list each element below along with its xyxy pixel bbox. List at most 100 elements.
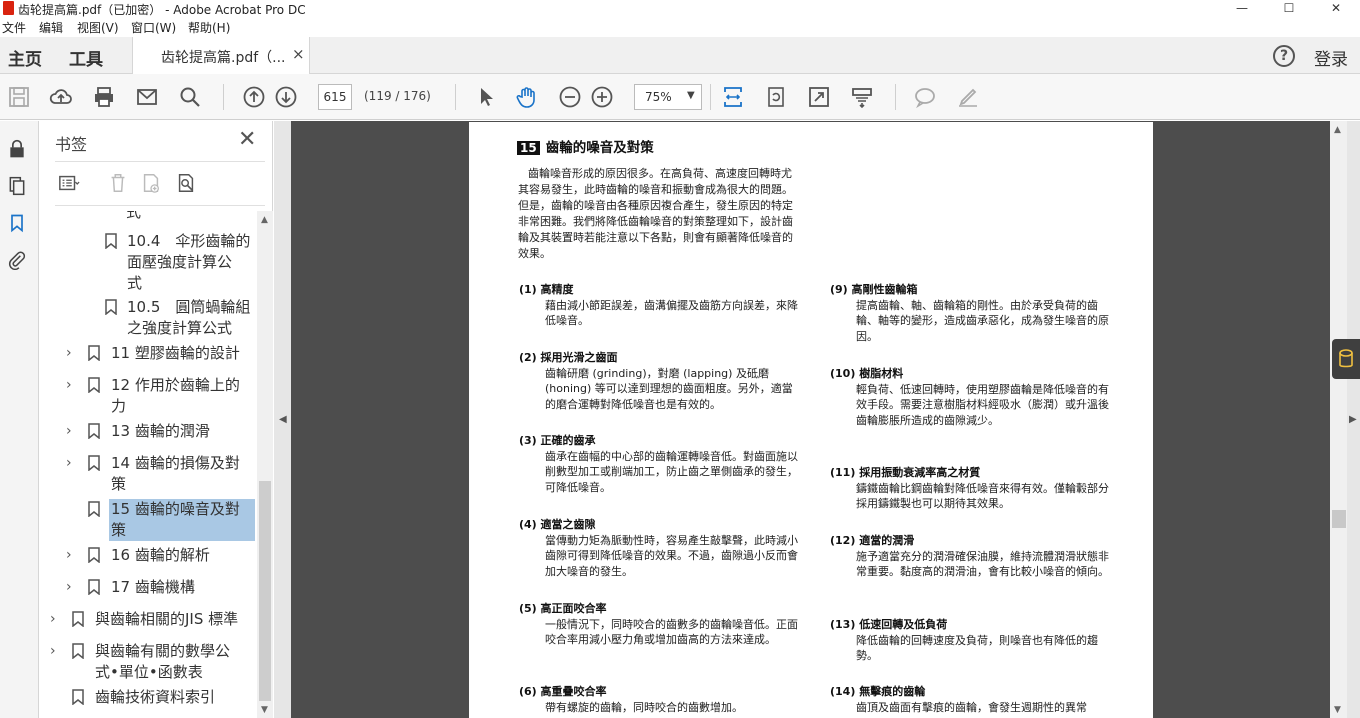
item-body: 帶有螺旋的齒輪，同時咬合的齒數增加。 bbox=[545, 700, 743, 714]
find-bookmark-icon[interactable] bbox=[172, 171, 200, 195]
list-item: (1) 高精度 藉由減小節距誤差，齒溝偏擺及齒筋方向誤差，來降低噪音。 bbox=[519, 282, 799, 329]
bookmark-label: 式 bbox=[126, 211, 142, 221]
bookmark-item[interactable]: › 12 作用於齒輪上的 力 bbox=[66, 375, 256, 419]
bookmark-scroll-thumb[interactable] bbox=[259, 481, 271, 701]
right-pane-toggle[interactable] bbox=[1332, 339, 1360, 379]
pages-icon[interactable] bbox=[6, 175, 28, 197]
chevron-right-icon[interactable]: › bbox=[66, 453, 72, 474]
save-icon[interactable] bbox=[6, 84, 32, 110]
chevron-right-icon[interactable]: › bbox=[66, 421, 72, 442]
chevron-right-icon[interactable]: › bbox=[66, 375, 72, 396]
toolbar-separator bbox=[455, 84, 456, 110]
bookmark-item[interactable]: 10.5 圓筒蝸輪組 之強度計算公式 bbox=[103, 297, 253, 341]
bookmark-label: 16 齒輪的解析 bbox=[111, 546, 210, 564]
chevron-right-icon[interactable]: › bbox=[66, 343, 72, 364]
bookmark-item-selected[interactable]: 15 齒輪的噪音及對 策 bbox=[85, 499, 257, 543]
list-item: (3) 正確的齒承 齒承在齒幅的中心部的齒輪運轉噪音低。對齒面施以削數型加工或削… bbox=[519, 433, 799, 495]
collapse-right-icon[interactable]: ▶ bbox=[1349, 414, 1357, 425]
bookmark-item[interactable]: › 與齒輪有關的數學公 式•單位•函數表 bbox=[50, 641, 256, 685]
bookmark-item[interactable]: › 13 齒輪的潤滑 bbox=[66, 421, 256, 443]
minimize-button[interactable]: — bbox=[1219, 0, 1265, 18]
collapse-left-panel-handle[interactable]: ◀ bbox=[274, 121, 291, 718]
chevron-right-icon[interactable]: › bbox=[66, 545, 72, 566]
print-icon[interactable] bbox=[91, 84, 117, 110]
menu-edit[interactable]: 编辑 bbox=[39, 19, 63, 36]
comment-icon[interactable] bbox=[912, 84, 938, 110]
bookmark-label: 14 齒輪的損傷及對 bbox=[111, 454, 240, 472]
bookmark-label: 15 齒輪的噪音及對 bbox=[111, 500, 240, 518]
next-page-icon[interactable] bbox=[273, 84, 299, 110]
divider bbox=[55, 205, 265, 206]
item-heading: (12) 適當的潤滑 bbox=[830, 534, 915, 547]
full-screen-icon[interactable] bbox=[806, 84, 832, 110]
maximize-button[interactable]: ☐ bbox=[1266, 0, 1312, 18]
scroll-down-icon[interactable]: ▼ bbox=[261, 705, 268, 715]
document-scrollbar[interactable]: ▲ ▼ bbox=[1330, 121, 1347, 718]
menu-window[interactable]: 窗口(W) bbox=[131, 19, 176, 36]
bookmark-item[interactable]: › 11 塑膠齒輪的設計 bbox=[66, 343, 256, 365]
bookmark-item[interactable]: › 16 齒輪的解析 bbox=[66, 545, 256, 567]
chevron-right-icon[interactable]: › bbox=[66, 577, 72, 598]
item-heading: (3) 正確的齒承 bbox=[519, 434, 596, 447]
bookmark-item[interactable]: › 17 齒輪機構 bbox=[66, 577, 256, 599]
bookmark-item[interactable]: 齒輪技術資料索引 bbox=[50, 687, 256, 709]
chevron-right-icon[interactable]: › bbox=[50, 609, 56, 630]
highlight-pen-icon[interactable] bbox=[955, 84, 981, 110]
bookmark-icon[interactable] bbox=[6, 212, 28, 234]
page-number-input[interactable]: 615 bbox=[318, 84, 352, 110]
login-button[interactable]: 登录 bbox=[1314, 45, 1348, 70]
close-tab-icon[interactable]: × bbox=[292, 45, 305, 63]
delete-bookmark-icon[interactable] bbox=[104, 171, 132, 195]
tab-home[interactable]: 主页 bbox=[8, 45, 42, 70]
email-icon[interactable] bbox=[134, 84, 160, 110]
list-item: (9) 高剛性齒輪箱 提高齒輪、軸、齒輪箱的剛性。由於承受負荷的齒輪、軸等的變形… bbox=[830, 282, 1110, 344]
chevron-right-icon[interactable]: › bbox=[50, 641, 56, 662]
item-heading: (13) 低速回轉及低負荷 bbox=[830, 618, 948, 631]
options-menu-icon[interactable] bbox=[55, 171, 83, 195]
hand-tool-icon[interactable] bbox=[514, 84, 540, 110]
item-heading: (5) 高正面咬合率 bbox=[519, 602, 607, 615]
fit-page-width-icon[interactable] bbox=[720, 84, 746, 110]
bookmark-item[interactable]: 式 bbox=[126, 211, 256, 223]
close-panel-icon[interactable]: ✕ bbox=[238, 127, 256, 152]
upload-cloud-icon[interactable] bbox=[48, 84, 74, 110]
item-body: 鑄鐵齒輪比鋼齒輪對降低噪音來得有效。僅輪轂部分採用鑄鐵製也可以期待其效果。 bbox=[856, 481, 1109, 511]
left-rail bbox=[0, 121, 39, 718]
document-scroll-thumb[interactable] bbox=[1332, 510, 1346, 528]
bookmark-item[interactable]: 10.4 伞形齒輪的 面壓強度計算公 式 bbox=[103, 231, 253, 295]
search-icon[interactable] bbox=[177, 84, 203, 110]
tab-tools[interactable]: 工具 bbox=[69, 45, 103, 70]
bookmark-panel: 书签 ✕ ▲ ▼ 式 10.4 伞形齒輪的 面壓強度計算公 式 10.5 圓筒蝸… bbox=[40, 121, 273, 718]
bookmark-icon bbox=[88, 423, 100, 439]
zoom-select[interactable]: 75% ▼ bbox=[634, 84, 702, 110]
scroll-down-icon[interactable]: ▼ bbox=[1334, 705, 1341, 715]
list-item: (6) 高重疊咬合率 帶有螺旋的齒輪，同時咬合的齒數增加。 bbox=[519, 684, 799, 715]
scroll-mode-icon[interactable] bbox=[849, 84, 875, 110]
collapse-right-panel-handle[interactable]: ▶ bbox=[1347, 121, 1360, 718]
lock-icon[interactable] bbox=[6, 138, 28, 160]
item-heading: (1) 高精度 bbox=[519, 283, 574, 296]
bookmark-icon bbox=[88, 345, 100, 361]
bookmark-item[interactable]: › 與齒輪相關的JIS 標準 bbox=[50, 609, 256, 631]
pdf-page[interactable]: 15 齒輪的噪音及對策 齒輪噪音形成的原因很多。在高負荷、高速度回轉時尤其容易發生… bbox=[469, 122, 1153, 718]
menu-file[interactable]: 文件 bbox=[2, 19, 26, 36]
attachment-icon[interactable] bbox=[6, 249, 28, 271]
close-window-button[interactable]: ✕ bbox=[1313, 0, 1359, 18]
rotate-page-icon[interactable] bbox=[763, 84, 789, 110]
item-body: 藉由減小節距誤差，齒溝偏擺及齒筋方向誤差，來降低噪音。 bbox=[545, 298, 798, 328]
new-bookmark-icon[interactable] bbox=[137, 171, 165, 195]
scroll-up-icon[interactable]: ▲ bbox=[1334, 125, 1341, 135]
zoom-in-icon[interactable] bbox=[589, 84, 615, 110]
tab-document[interactable]: 齿轮提高篇.pdf（... × bbox=[132, 37, 310, 75]
zoom-out-icon[interactable] bbox=[557, 84, 583, 110]
menu-view[interactable]: 视图(V) bbox=[77, 19, 119, 36]
zoom-value: 75% bbox=[645, 90, 672, 104]
bookmark-item[interactable]: › 14 齒輪的損傷及對 策 bbox=[66, 453, 256, 497]
scroll-up-icon[interactable]: ▲ bbox=[261, 215, 268, 225]
select-cursor-icon[interactable] bbox=[473, 84, 499, 110]
previous-page-icon[interactable] bbox=[241, 84, 267, 110]
collapse-left-icon[interactable]: ◀ bbox=[279, 414, 287, 425]
menu-help[interactable]: 帮助(H) bbox=[188, 19, 230, 36]
bookmark-label: 力 bbox=[111, 397, 127, 415]
help-icon[interactable]: ? bbox=[1273, 45, 1295, 67]
